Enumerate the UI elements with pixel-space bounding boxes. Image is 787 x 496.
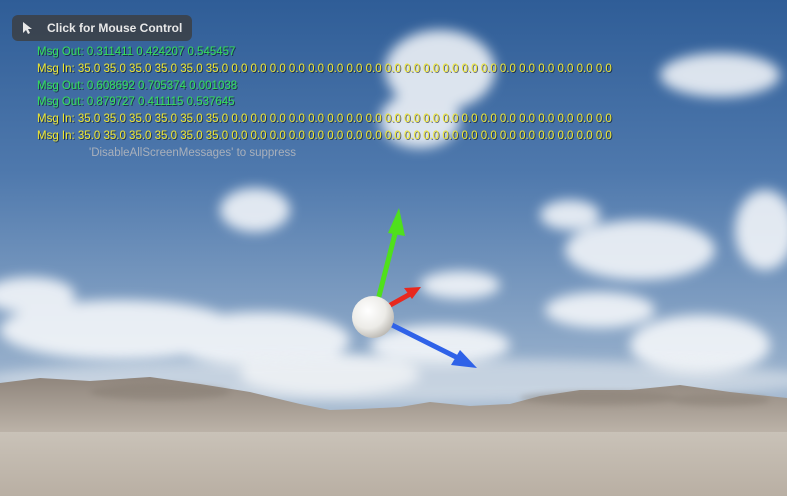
- msg-in-line: Msg In: 35.0 35.0 35.0 35.0 35.0 35.0 0.…: [37, 113, 612, 126]
- msg-in-line: Msg In: 35.0 35.0 35.0 35.0 35.0 35.0 0.…: [37, 62, 612, 75]
- ground: [0, 432, 787, 496]
- cursor-icon: [23, 22, 32, 34]
- msg-in-line: Msg In: 35.0 35.0 35.0 35.0 35.0 35.0 0.…: [37, 129, 612, 142]
- suppress-hint: 'DisableAllScreenMessages' to suppress: [89, 146, 297, 159]
- msg-out-line: Msg Out: 0.608692 0.705374 0.001038: [37, 79, 238, 92]
- msg-out-line: Msg Out: 0.311411 0.424207 0.545457: [37, 46, 236, 58]
- screen-messages: Msg Out: 0.311411 0.424207 0.545457 Msg …: [37, 44, 612, 162]
- sphere: [352, 296, 394, 338]
- game-viewport[interactable]: Click for Mouse Control Msg Out: 0.31141…: [0, 0, 787, 496]
- mouse-control-label: Click for Mouse Control: [47, 21, 183, 35]
- mouse-control-button[interactable]: Click for Mouse Control: [12, 15, 192, 41]
- msg-out-line: Msg Out: 0.879727 0.411115 0.537645: [37, 96, 235, 109]
